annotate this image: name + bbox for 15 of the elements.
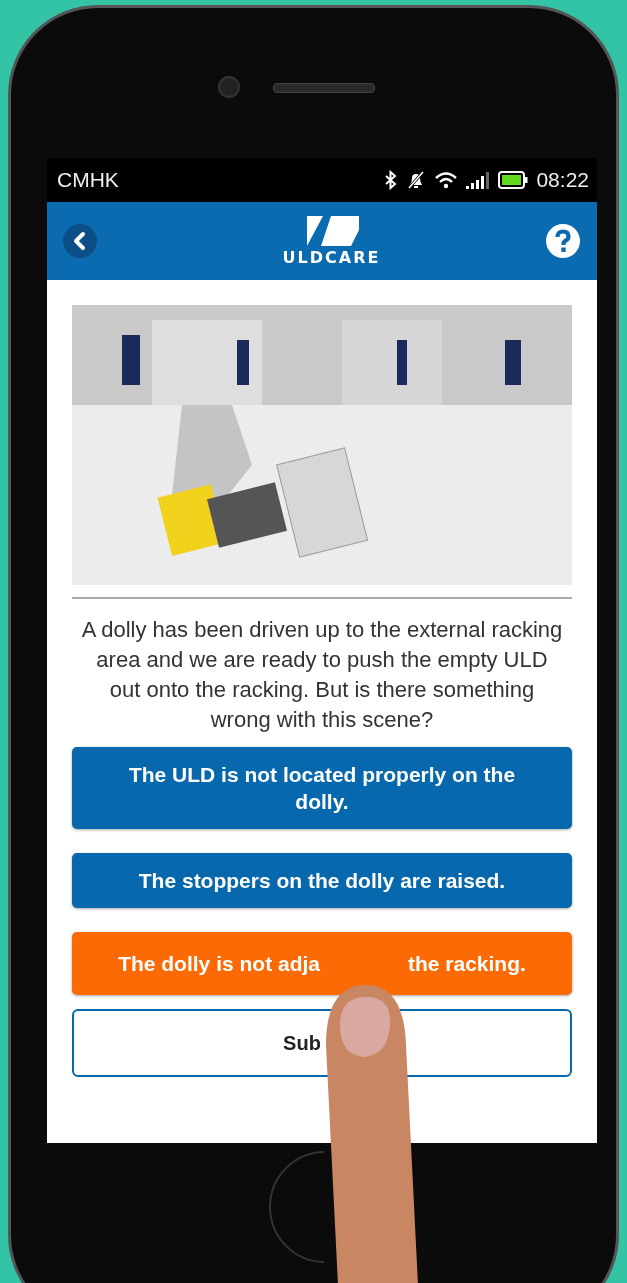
answer-button[interactable]: The stoppers on the dolly are raised. bbox=[72, 853, 572, 908]
logo-text: ULDCARE bbox=[282, 247, 381, 267]
signal-icon bbox=[466, 170, 491, 190]
back-icon[interactable] bbox=[63, 224, 97, 258]
camera-icon bbox=[218, 76, 240, 98]
question-text: A dolly has been driven up to the external racking area and we are ready to push the empty ULD out onto the racking. But is there something wrong with this scene? bbox=[80, 616, 564, 734]
carrier-name: CMHK bbox=[57, 168, 119, 192]
battery-icon bbox=[498, 171, 529, 189]
muted-bell-icon bbox=[406, 170, 427, 190]
bluetooth-icon bbox=[384, 170, 399, 190]
help-icon[interactable] bbox=[546, 224, 580, 258]
answer-button[interactable]: The ULD is not located properly on the dolly. bbox=[72, 747, 572, 829]
speaker-icon bbox=[273, 83, 375, 93]
clock-time: 08:22 bbox=[536, 168, 589, 192]
wifi-icon bbox=[434, 170, 459, 190]
